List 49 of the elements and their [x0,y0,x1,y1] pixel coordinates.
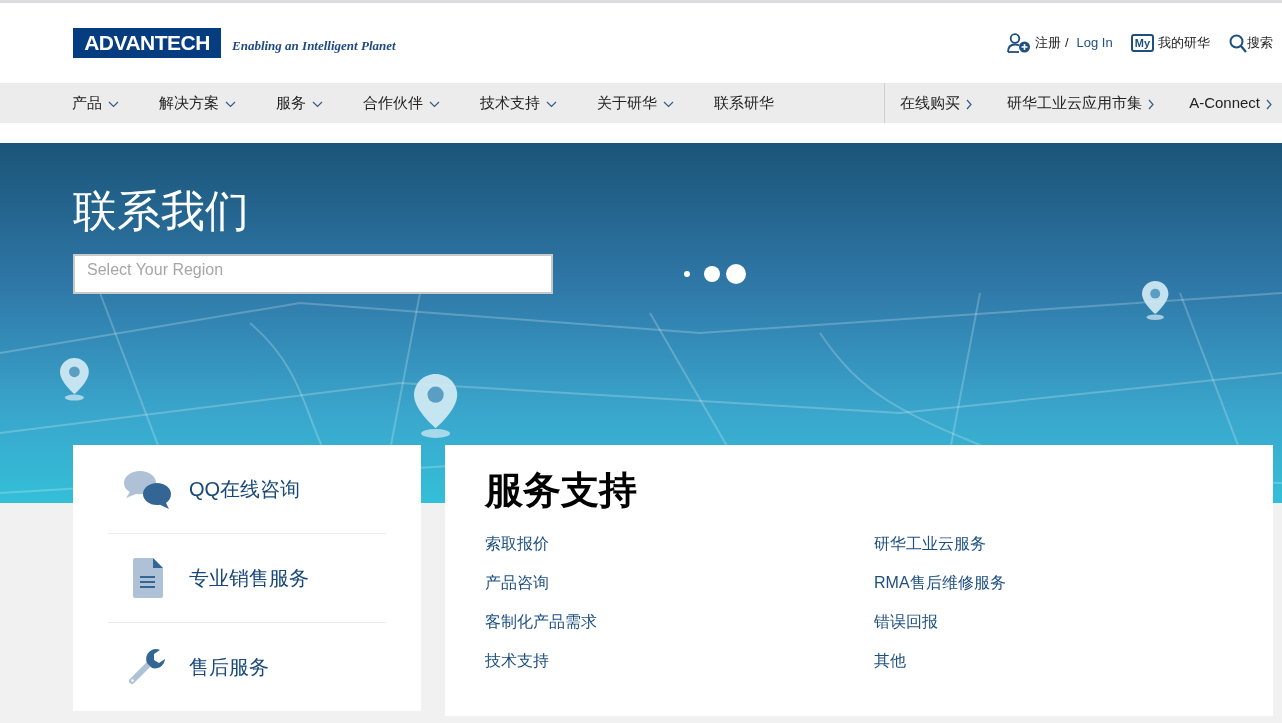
service-link[interactable]: 研华工业云服务 [874,533,986,555]
search-icon [1229,33,1247,53]
nav-item[interactable]: 关于研华 [597,91,674,115]
register-link[interactable]: 注册 / [1035,33,1069,53]
logo[interactable]: ADVANTECH [73,28,221,58]
service-link[interactable]: RMA售后维修服务 [874,572,1006,594]
contact-option[interactable]: 专业销售服务 [108,534,386,623]
nav-link[interactable]: A-Connect [1189,91,1272,115]
nav-item[interactable]: 服务 [276,91,323,115]
chevron-down-icon [429,100,440,108]
service-link[interactable]: 技术支持 [485,650,549,672]
service-link[interactable]: 产品咨询 [485,572,549,594]
chevron-right-icon [1148,98,1155,110]
chevron-down-icon [663,100,674,108]
tagline: Enabling an Intelligent Planet [232,36,396,55]
contact-option[interactable]: QQ在线咨询 [108,445,386,534]
nav-link[interactable]: 研华工业云应用市集 [1007,91,1155,115]
map-pin-icon [60,358,89,401]
service-link[interactable]: 客制化产品需求 [485,611,597,633]
nav-link[interactable]: 在线购买 [900,91,973,115]
contact-option[interactable]: 售后服务 [108,623,386,711]
chevron-down-icon [108,100,119,108]
my-account-link[interactable]: 我的研华 [1158,33,1210,53]
service-link[interactable]: 索取报价 [485,533,549,555]
document-icon [132,558,163,598]
nav-item[interactable]: 技术支持 [480,91,557,115]
service-link[interactable]: 错误回报 [874,611,938,633]
chevron-right-icon [1266,98,1272,110]
page-title: 联系我们 [73,185,250,237]
chevron-down-icon [312,100,323,108]
service-link[interactable]: 其他 [874,650,906,672]
nav-item[interactable]: 合作伙伴 [363,91,440,115]
user-add-icon [1007,33,1032,53]
login-link[interactable]: Log In [1076,33,1113,53]
my-badge-icon: My [1130,34,1154,52]
wrench-icon [127,647,168,687]
section-title: 服务支持 [485,468,638,513]
nav-item[interactable]: 联系研华 [714,91,774,115]
chevron-down-icon [546,100,557,108]
loading-dots-icon [684,263,748,285]
chevron-right-icon [966,98,973,110]
map-pin-icon [414,374,458,438]
region-select-field[interactable]: Select Your Region [73,254,553,294]
search-link[interactable]: 搜索 [1247,33,1273,53]
chat-bubbles-icon [122,469,173,509]
nav-item[interactable]: 解决方案 [159,91,236,115]
chevron-down-icon [225,100,236,108]
nav-item[interactable]: 产品 [72,91,119,115]
map-pin-icon [1142,281,1169,321]
